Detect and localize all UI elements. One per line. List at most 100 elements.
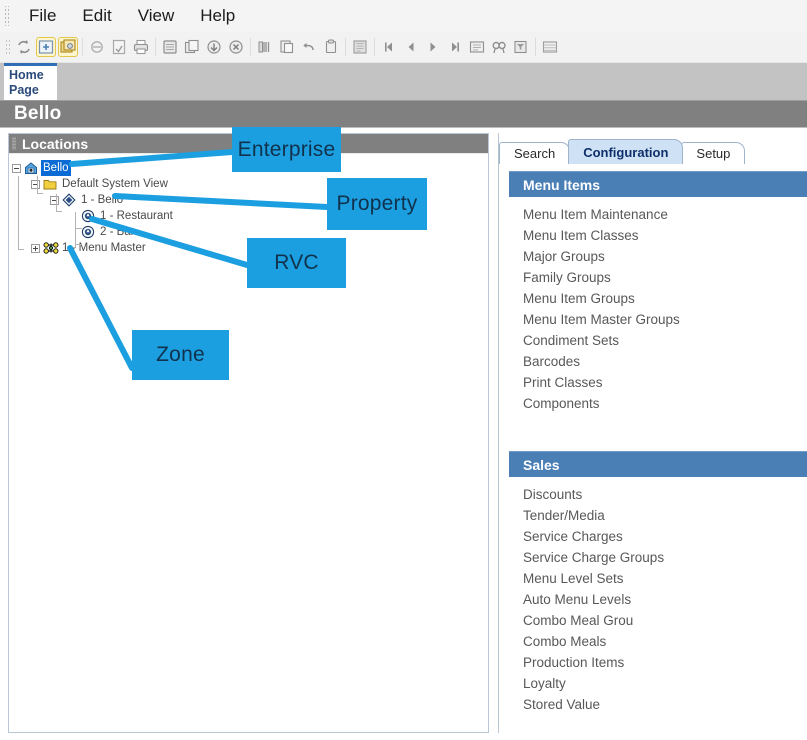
- config-link[interactable]: Service Charges: [509, 526, 807, 547]
- section-sales-links: Discounts Tender/Media Service Charges Serv…: [509, 477, 807, 715]
- page-title-bar: Bello: [0, 100, 807, 128]
- document-tab-strip: Home Page: [0, 62, 807, 101]
- config-link[interactable]: Family Groups: [509, 267, 807, 288]
- copy-icon[interactable]: [183, 38, 201, 56]
- paste-icon[interactable]: [278, 38, 296, 56]
- tree-collapse-icon[interactable]: [31, 179, 40, 189]
- locations-panel-grip[interactable]: [12, 137, 16, 150]
- config-link[interactable]: Auto Menu Levels: [509, 589, 807, 610]
- next-record-icon[interactable]: [424, 38, 442, 56]
- goto-record-icon[interactable]: [468, 38, 486, 56]
- folder-icon: [43, 177, 57, 191]
- menu-view[interactable]: View: [125, 4, 188, 28]
- section-menu-items-links: Menu Item Maintenance Menu Item Classes Ma…: [509, 197, 807, 414]
- section-sales: Sales Discounts Tender/Media Service Charge…: [509, 451, 807, 715]
- config-link[interactable]: Production Items: [509, 652, 807, 673]
- panel-tab-bar: Search Configuration Setup: [499, 138, 746, 164]
- config-link[interactable]: Condiment Sets: [509, 330, 807, 351]
- tab-configuration[interactable]: Configuration: [568, 139, 684, 164]
- tree-node-label: 1 - Restaurant: [100, 210, 173, 222]
- find-icon[interactable]: [490, 38, 508, 56]
- menu-help[interactable]: Help: [187, 4, 248, 28]
- clipboard-icon[interactable]: [322, 38, 340, 56]
- tree-node-label: Bello: [41, 160, 71, 176]
- menu-bar: File Edit View Help: [0, 0, 807, 32]
- enterprise-house-icon: [24, 161, 38, 175]
- first-record-icon[interactable]: [380, 38, 398, 56]
- toolbar-grip[interactable]: [4, 38, 10, 56]
- tree-connector-line: [56, 194, 57, 212]
- config-link[interactable]: Menu Item Maintenance: [509, 204, 807, 225]
- insert-record-icon[interactable]: [205, 38, 223, 56]
- toolbar-separator: [535, 38, 536, 56]
- config-link[interactable]: Service Charge Groups: [509, 547, 807, 568]
- add-record-icon[interactable]: [36, 37, 56, 57]
- config-link[interactable]: Combo Meals: [509, 631, 807, 652]
- print-preview-icon[interactable]: [88, 38, 106, 56]
- toolbar-separator: [374, 38, 375, 56]
- toolbar-separator: [82, 38, 83, 56]
- config-link[interactable]: Combo Meal Grou: [509, 610, 807, 631]
- config-link[interactable]: Barcodes: [509, 351, 807, 372]
- config-link[interactable]: Print Classes: [509, 372, 807, 393]
- page-setup-icon[interactable]: [110, 38, 128, 56]
- configuration-panel: Search Configuration Setup Menu Items Menu …: [498, 133, 807, 733]
- config-link[interactable]: Menu Level Sets: [509, 568, 807, 589]
- config-link[interactable]: Stored Value: [509, 694, 807, 715]
- locations-panel-title: Locations: [22, 135, 89, 152]
- toolbar-separator: [250, 38, 251, 56]
- rvc-circle-icon: [81, 209, 95, 223]
- tree-node-label: 2 - Bar: [100, 226, 135, 238]
- toolbar: [0, 32, 807, 62]
- zone-icon: [43, 241, 59, 255]
- menu-bar-grip[interactable]: [3, 6, 10, 26]
- last-record-icon[interactable]: [446, 38, 464, 56]
- config-link[interactable]: Menu Item Classes: [509, 225, 807, 246]
- tree-collapse-icon[interactable]: [50, 195, 59, 205]
- undo-icon[interactable]: [300, 38, 318, 56]
- config-link[interactable]: Menu Item Groups: [509, 288, 807, 309]
- tree-connector-line: [18, 249, 24, 250]
- previous-record-icon[interactable]: [402, 38, 420, 56]
- config-link[interactable]: Components: [509, 393, 807, 414]
- tree-collapse-icon[interactable]: [12, 163, 21, 173]
- tree-connector-line: [18, 176, 19, 250]
- callout-rvc: RVC: [247, 238, 346, 288]
- tree-connector-line: [56, 211, 62, 212]
- config-link[interactable]: Loyalty: [509, 673, 807, 694]
- duplicate-record-icon[interactable]: [58, 37, 78, 57]
- config-link[interactable]: Menu Item Master Groups: [509, 309, 807, 330]
- tree-connector-line: [75, 228, 82, 229]
- print-icon[interactable]: [132, 38, 150, 56]
- config-link[interactable]: Discounts: [509, 484, 807, 505]
- toolbar-separator: [345, 38, 346, 56]
- config-link[interactable]: Major Groups: [509, 246, 807, 267]
- application-window: File Edit View Help Home Page Bello Loca…: [0, 0, 807, 740]
- tree-node-label: 1 - Bello: [81, 194, 124, 206]
- config-link[interactable]: Tender/Media: [509, 505, 807, 526]
- menu-file[interactable]: File: [16, 4, 69, 28]
- save-icon[interactable]: [161, 38, 179, 56]
- report-icon[interactable]: [351, 38, 369, 56]
- tab-home-page[interactable]: Home Page: [4, 63, 57, 101]
- tree-expand-icon[interactable]: [31, 243, 40, 253]
- section-menu-items-header: Menu Items: [509, 171, 807, 197]
- refresh-icon[interactable]: [15, 38, 33, 56]
- filter-icon[interactable]: [512, 38, 530, 56]
- page-title: Bello: [14, 103, 62, 124]
- section-sales-header: Sales: [509, 451, 807, 477]
- tree-node-label: Default System View: [62, 178, 168, 190]
- tree-connector-line: [75, 212, 76, 248]
- delete-record-icon[interactable]: [227, 38, 245, 56]
- tab-home-page-label-line1: Home: [9, 68, 44, 82]
- tree-connector-line: [75, 244, 82, 245]
- tab-search[interactable]: Search: [499, 142, 571, 164]
- tree-connector-line: [37, 193, 43, 194]
- callout-enterprise: Enterprise: [232, 127, 341, 172]
- grid-view-icon[interactable]: [541, 38, 559, 56]
- tab-setup[interactable]: Setup: [681, 142, 746, 164]
- property-diamond-icon: [62, 193, 76, 207]
- cut-icon[interactable]: [256, 38, 274, 56]
- menu-edit[interactable]: Edit: [69, 4, 124, 28]
- section-menu-items: Menu Items Menu Item Maintenance Menu Item…: [509, 171, 807, 414]
